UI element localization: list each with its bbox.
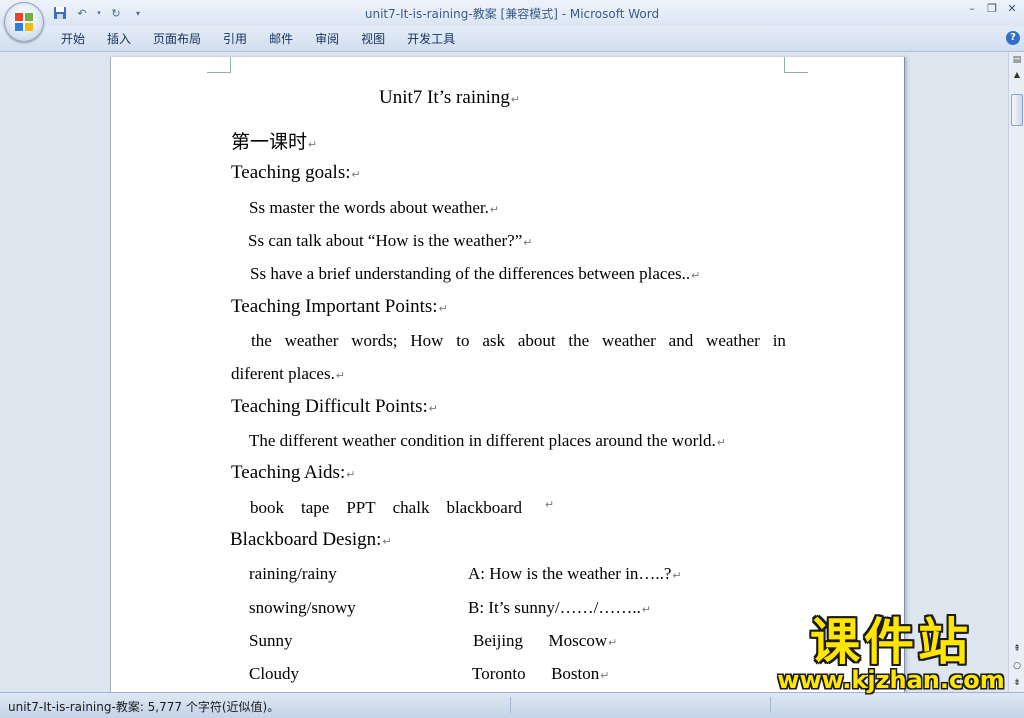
paragraph-mark: ↵: [346, 469, 356, 481]
design-left: snowing/snowy: [249, 598, 356, 617]
vertical-scrollbar[interactable]: ▤ ▲ ⇞ ○ ⇟: [1008, 52, 1024, 692]
tab-view[interactable]: 视图: [350, 30, 396, 48]
design-heading: Blackboard Design:↵: [230, 529, 392, 550]
margin-corner-right: [784, 57, 808, 73]
next-page-icon[interactable]: ⇟: [1010, 678, 1024, 692]
design-left: Cloudy: [249, 664, 300, 683]
window-controls: – ❐ ✕: [966, 2, 1018, 16]
paragraph-mark: ↵: [544, 499, 555, 511]
tab-review[interactable]: 审阅: [304, 30, 350, 48]
tab-mailings[interactable]: 邮件: [258, 30, 304, 48]
help-icon[interactable]: ?: [1006, 31, 1020, 45]
paragraph-mark: ↵: [428, 403, 438, 415]
ruler-toggle-icon[interactable]: ▤: [1011, 54, 1023, 66]
doc-title: Unit7 It’s raining↵: [379, 87, 521, 108]
status-text: unit7-It-is-raining-教案: 5,777 个字符(近似值)。: [8, 700, 280, 714]
previous-page-icon[interactable]: ⇞: [1010, 644, 1024, 658]
minimize-icon[interactable]: –: [966, 2, 978, 16]
goal-item: Ss master the words about weather.↵: [249, 198, 500, 217]
aids-list: book tape PPT chalk blackboard ↵: [250, 498, 555, 517]
design-right: B: It’s sunny/……/……..↵: [468, 598, 652, 617]
scroll-thumb[interactable]: [1011, 94, 1023, 126]
goals-heading: Teaching goals:↵: [231, 162, 361, 183]
paragraph-mark: ↵: [641, 604, 652, 616]
design-left: Sunny: [249, 631, 293, 650]
paragraph-mark: ↵: [510, 94, 521, 106]
paragraph-mark: ↵: [382, 536, 392, 548]
tab-insert[interactable]: 插入: [96, 30, 142, 48]
design-left: raining/rainy: [249, 564, 337, 583]
design-right: Beijing Moscow↵: [473, 631, 618, 650]
close-icon[interactable]: ✕: [1006, 2, 1018, 16]
goal-item: Ss have a brief understanding of the dif…: [250, 264, 701, 283]
important-text-line: the weather words; How to ask about the …: [251, 331, 786, 350]
office-button[interactable]: [4, 2, 44, 42]
design-right: A: How is the weather in…..?↵: [468, 564, 682, 583]
paragraph-mark: ↵: [523, 237, 533, 249]
important-heading: Teaching Important Points:↵: [231, 296, 448, 317]
watermark-cn: 课件站: [810, 613, 972, 671]
difficult-text: The different weather condition in diffe…: [249, 431, 726, 450]
paragraph-mark: ↵: [489, 204, 500, 216]
paragraph-mark: ↵: [608, 637, 618, 649]
title-separator: -: [557, 7, 570, 21]
document-page[interactable]: Unit7 It’s raining↵ 第一课时↵ Teaching goals…: [110, 57, 905, 692]
tab-page-layout[interactable]: 页面布局: [142, 30, 212, 48]
restore-icon[interactable]: ❐: [986, 2, 998, 16]
paragraph-mark: ↵: [691, 270, 701, 282]
paragraph-mark: ↵: [335, 370, 346, 382]
scroll-up-icon[interactable]: ▲: [1010, 68, 1024, 82]
status-divider: [770, 697, 771, 713]
document-area: Unit7 It’s raining↵ 第一课时↵ Teaching goals…: [0, 52, 1008, 692]
ribbon: 开始 插入 页面布局 引用 邮件 审阅 视图 开发工具 ?: [0, 26, 1024, 52]
browse-object-icon[interactable]: ○: [1010, 661, 1024, 675]
status-bar: unit7-It-is-raining-教案: 5,777 个字符(近似值)。: [0, 692, 1024, 718]
paragraph-mark: ↵: [600, 670, 610, 682]
paragraph-mark: ↵: [716, 437, 726, 449]
margin-corner-left: [207, 57, 231, 73]
paragraph-mark: ↵: [308, 139, 318, 151]
goal-item: Ss can talk about “How is the weather?”↵: [248, 231, 533, 250]
ribbon-tabs: 开始 插入 页面布局 引用 邮件 审阅 视图 开发工具: [50, 30, 466, 48]
design-right: Toronto Boston↵: [472, 664, 610, 683]
office-logo-icon: [15, 13, 33, 31]
difficult-heading: Teaching Difficult Points:↵: [231, 396, 438, 417]
tab-home[interactable]: 开始: [50, 30, 96, 48]
watermark-url: www.kjzhan.com: [777, 666, 1005, 694]
aids-heading: Teaching Aids:↵: [231, 462, 356, 483]
app-name: Microsoft Word: [569, 7, 660, 21]
watermark: 课件站 www.kjzhan.com: [775, 613, 1007, 694]
important-text-line: diferent places.↵: [231, 364, 346, 383]
document-name: unit7-It-is-raining-教案 [兼容模式]: [364, 7, 558, 21]
paragraph-mark: ↵: [351, 169, 361, 181]
paragraph-mark: ↵: [672, 570, 682, 582]
status-divider: [510, 697, 511, 713]
window-title: unit7-It-is-raining-教案 [兼容模式] - Microsof…: [0, 5, 1024, 22]
tab-developer[interactable]: 开发工具: [396, 30, 466, 48]
title-bar: ↶ ▾ ↻ ▾ unit7-It-is-raining-教案 [兼容模式] - …: [0, 0, 1024, 26]
paragraph-mark: ↵: [438, 303, 448, 315]
tab-references[interactable]: 引用: [212, 30, 258, 48]
lesson-label: 第一课时↵: [231, 132, 318, 153]
